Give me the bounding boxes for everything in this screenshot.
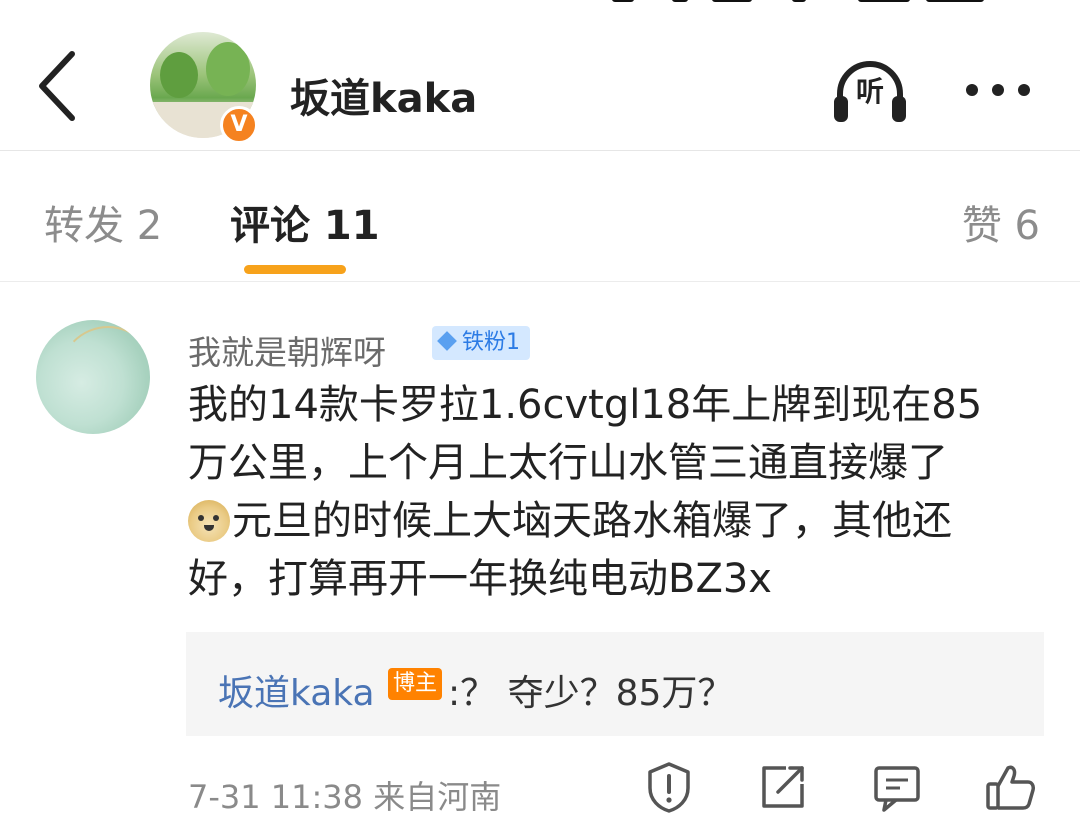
reply-text: :？ 夺少？85万？: [448, 673, 734, 714]
share-button[interactable]: [756, 760, 810, 814]
doge-emoji-icon: [188, 500, 230, 542]
reply-author[interactable]: 坂道kaka: [218, 664, 375, 716]
comment-item: 我就是朝辉呀 铁粉1 我的14款卡罗拉1.6cvtgl18年上牌到现在85 万公…: [0, 282, 1080, 832]
diamond-icon: [437, 331, 457, 351]
status-fragment: [612, 0, 634, 2]
comment-meta: 7-31 11:38 来自河南: [188, 772, 501, 818]
comment-icon: [874, 766, 920, 812]
comment-line: 我的14款卡罗拉1.6cvtgl18年上牌到现在85: [188, 382, 983, 428]
more-button[interactable]: [962, 68, 1034, 108]
listen-label: 听: [855, 75, 884, 108]
verified-badge: V: [220, 106, 258, 144]
battery-icon: [926, 0, 984, 2]
page-title[interactable]: 坂道kaka: [290, 66, 477, 124]
status-fragment: [792, 0, 806, 2]
comment-line: 万公里，上个月上太行山水管三通直接爆了: [188, 440, 948, 486]
active-tab-indicator: [244, 265, 346, 274]
comment-line-with-emoji: 元旦的时候上大垴天路水箱爆了，其他还: [188, 492, 1048, 550]
comment-text: 我的14款卡罗拉1.6cvtgl18年上牌到现在85 万公里，上个月上太行山水管…: [188, 376, 1048, 608]
comment-button[interactable]: [870, 760, 924, 814]
avatar-tree: [206, 42, 250, 96]
location: 来自河南: [373, 778, 502, 816]
more-dots-icon: [992, 84, 1004, 96]
comment-line: 元旦的时候上大垴天路水箱爆了，其他还: [232, 498, 952, 544]
more-dots-icon: [966, 84, 978, 96]
status-fragment: [672, 0, 688, 2]
top-nav: V 坂道kaka 听: [0, 8, 1080, 150]
back-button[interactable]: [30, 48, 90, 124]
more-dots-icon: [1018, 84, 1030, 96]
tab-reposts[interactable]: 转发 2: [44, 193, 162, 251]
commenter-name[interactable]: 我就是朝辉呀: [188, 326, 386, 374]
reply-box[interactable]: 坂道kaka 博主 :？ 夺少？85万？: [186, 632, 1044, 736]
report-shield-icon: [648, 762, 690, 813]
tab-comments[interactable]: 评论 11: [230, 193, 380, 251]
status-bar: [0, 0, 1080, 8]
fan-badge: 铁粉1: [432, 326, 530, 360]
timestamp: 7-31 11:38: [188, 778, 364, 816]
tab-likes[interactable]: 赞 6: [962, 193, 1040, 251]
report-button[interactable]: [642, 760, 696, 814]
commenter-avatar[interactable]: [36, 320, 150, 434]
comment-line: 好，打算再开一年换纯电动BZ3x: [188, 556, 772, 602]
tab-bar: 转发 2 评论 11 赞 6: [0, 151, 1080, 281]
status-fragment: [712, 0, 752, 2]
avatar-ring: [58, 326, 150, 430]
listen-button[interactable]: 听: [830, 56, 910, 126]
chevron-left-icon: [39, 51, 75, 121]
thumbs-up-icon: [986, 765, 1035, 810]
blogger-badge: 博主: [388, 668, 442, 700]
avatar-tree: [160, 52, 198, 98]
share-icon: [762, 766, 804, 808]
signal-icon: [858, 0, 910, 2]
fan-badge-label: 铁粉1: [462, 330, 520, 355]
like-button[interactable]: [984, 760, 1038, 814]
